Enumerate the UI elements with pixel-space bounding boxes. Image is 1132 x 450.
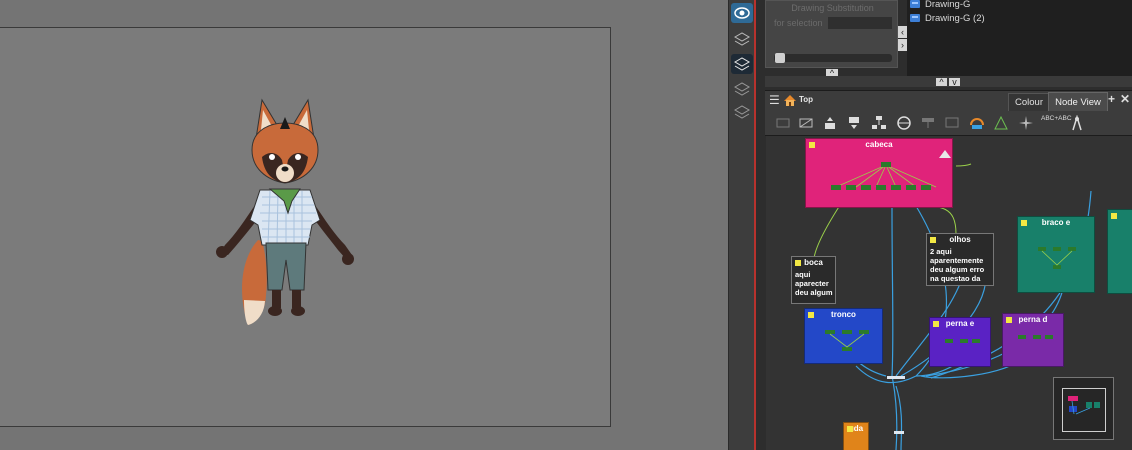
cutter-node-icon[interactable] (993, 115, 1009, 131)
peg-node-icon[interactable] (896, 115, 912, 131)
close-icon[interactable]: ✕ (1120, 92, 1130, 106)
navigator-preview (1068, 396, 1100, 415)
note-olhos[interactable]: olhos 2 aqui aparentemente deu algum err… (926, 233, 994, 286)
note-header: olhos (927, 234, 993, 245)
note-marker (930, 237, 936, 243)
group-node-icon[interactable] (871, 115, 887, 131)
node-header: tronco (805, 309, 882, 320)
color-node-icon[interactable] (969, 115, 985, 131)
layer-row[interactable]: Drawing-G (2) (907, 11, 1132, 26)
node-subgraph (1038, 247, 1076, 269)
node-subgraph (1018, 335, 1053, 339)
drawing-layer-icon (910, 0, 920, 8)
camera-view[interactable] (0, 0, 728, 450)
tab-colour[interactable]: Colour (1008, 93, 1050, 112)
display-node-icon[interactable] (944, 115, 960, 131)
move-up-node-icon[interactable] (822, 115, 838, 131)
composite-node-icon[interactable] (920, 115, 936, 131)
node-group-uda[interactable]: uda (843, 422, 869, 450)
node-header: cabeca (806, 139, 952, 150)
view-tool-strip: ‹ › (728, 0, 763, 450)
breadcrumb[interactable]: Top (799, 95, 813, 104)
collapse-down-icon[interactable]: v (949, 78, 960, 87)
layer-name: Drawing-G (2) (925, 13, 985, 24)
node-label: perna e (945, 319, 975, 328)
note-text: aqui aparecter deu algum (795, 270, 833, 297)
node-header: perna e (930, 318, 990, 329)
note-label: olhos (949, 235, 971, 244)
collapse-left-icon[interactable]: ‹ (898, 26, 907, 38)
note-text: 2 aqui aparentemente deu algum erro na q… (930, 247, 985, 283)
fox-character-drawing[interactable] (200, 95, 370, 330)
panel-resize-bar: ^ v (765, 76, 1132, 87)
drawing-substitution-panel: Drawing Substitution for selection (765, 0, 898, 68)
node-header: braco e (1018, 217, 1094, 228)
note-marker (808, 312, 814, 318)
layer-list: Drawing-G Drawing-G (2) (907, 0, 1132, 76)
deformer-node-icon[interactable] (1069, 115, 1085, 131)
note-marker (809, 142, 815, 148)
add-tab-icon[interactable]: + (1108, 92, 1115, 106)
node-header: perna d (1003, 314, 1063, 325)
for-selection-label: for selection (774, 18, 823, 28)
text-node-icon[interactable]: ABC+ABC (1041, 115, 1072, 131)
layers-up-icon[interactable] (731, 79, 753, 99)
node-label: cabeca (865, 140, 893, 149)
node-group-braco-d[interactable] (1107, 209, 1132, 294)
node-view-toolbar: ABC+ABC (765, 111, 1132, 136)
menu-icon[interactable]: ☰ (769, 93, 780, 107)
layers-active-icon[interactable] (731, 54, 753, 74)
disable-node-icon[interactable] (798, 115, 814, 131)
node-label: braco e (1041, 218, 1071, 227)
node-subgraph (825, 330, 869, 351)
eye-icon[interactable] (731, 3, 753, 23)
move-down-node-icon[interactable] (846, 115, 862, 131)
home-icon[interactable] (783, 94, 797, 107)
node-group-perna-e[interactable]: perna e (929, 317, 991, 367)
substitution-slider[interactable] (774, 54, 892, 62)
node-group-perna-d[interactable]: perna d (1002, 313, 1064, 367)
layers-down-icon[interactable] (731, 102, 753, 122)
effect-node-icon[interactable] (1018, 115, 1034, 131)
layers-icon[interactable] (731, 29, 753, 49)
note-marker (795, 260, 801, 266)
drawing-layer-icon (910, 14, 920, 22)
substitution-field[interactable] (828, 17, 892, 29)
note-boca[interactable]: boca aqui aparecter deu algum (791, 256, 836, 304)
node-label: tronco (831, 310, 856, 319)
drawing-substitution-title: Drawing Substitution (791, 3, 874, 13)
node-subgraph (945, 339, 980, 343)
note-marker (1111, 213, 1117, 219)
enable-node-icon[interactable] (775, 115, 791, 131)
node-view-canvas[interactable]: cabeca boca aqui aparecter deu algum olh… (766, 136, 1132, 450)
note-marker (1006, 317, 1012, 323)
substitution-slider-knob[interactable] (775, 53, 785, 63)
node-navigator[interactable] (1053, 377, 1114, 440)
collapse-right-icon[interactable]: › (898, 39, 907, 51)
node-group-tronco[interactable]: tronco (804, 308, 883, 364)
note-marker (933, 321, 939, 327)
note-marker (1021, 220, 1027, 226)
note-marker (847, 426, 853, 432)
tab-node-view[interactable]: Node View (1048, 92, 1108, 112)
node-group-braco-e[interactable]: braco e (1017, 216, 1095, 293)
collapse-up-icon[interactable]: ^ (936, 78, 947, 87)
node-view-header: ☰ Top Colour Node View + ✕ (765, 90, 1132, 112)
node-subgraph (831, 162, 937, 190)
node-label: perna d (1018, 315, 1048, 324)
node-group-cabeca[interactable]: cabeca (805, 138, 953, 208)
